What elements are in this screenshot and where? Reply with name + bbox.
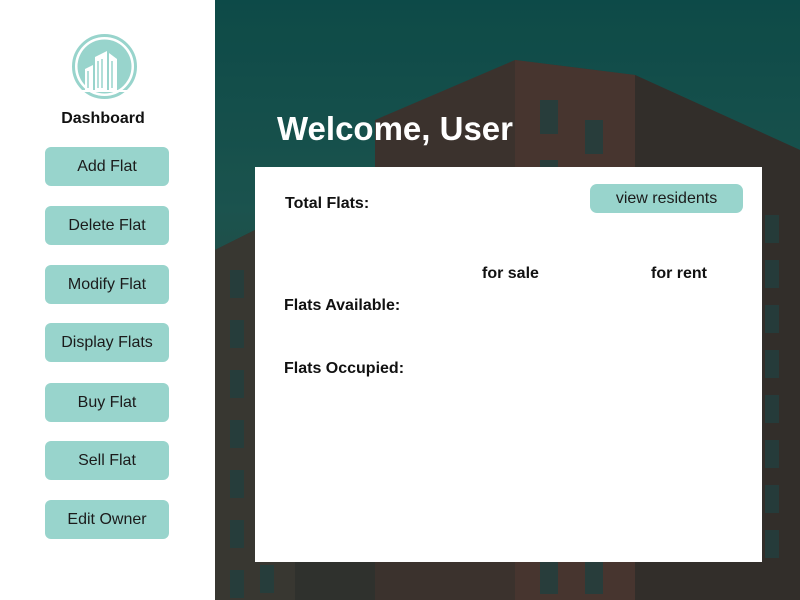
view-residents-button[interactable]: view residents [590,184,743,213]
sell-flat-button[interactable]: Sell Flat [45,441,169,480]
welcome-heading: Welcome, User [277,110,513,147]
app-window: Dashboard Add Flat Delete Flat Modify Fl… [0,0,800,600]
flats-available-label: Flats Available: [284,297,401,314]
total-flats-label: Total Flats: [285,195,370,212]
for-rent-label: for rent [651,265,707,282]
dashboard-title: Dashboard [61,110,145,127]
flats-occupied-label: Flats Occupied: [284,360,405,377]
buildings-icon [71,33,138,100]
edit-owner-button[interactable]: Edit Owner [45,500,169,539]
for-sale-label: for sale [482,265,539,282]
stats-panel: Total Flats: view residents for sale for… [255,167,762,562]
modify-flat-button[interactable]: Modify Flat [45,265,169,304]
buy-flat-button[interactable]: Buy Flat [45,383,169,422]
add-flat-button[interactable]: Add Flat [45,147,169,186]
display-flats-button[interactable]: Display Flats [45,323,169,362]
delete-flat-button[interactable]: Delete Flat [45,206,169,245]
sidebar: Dashboard Add Flat Delete Flat Modify Fl… [0,0,215,600]
